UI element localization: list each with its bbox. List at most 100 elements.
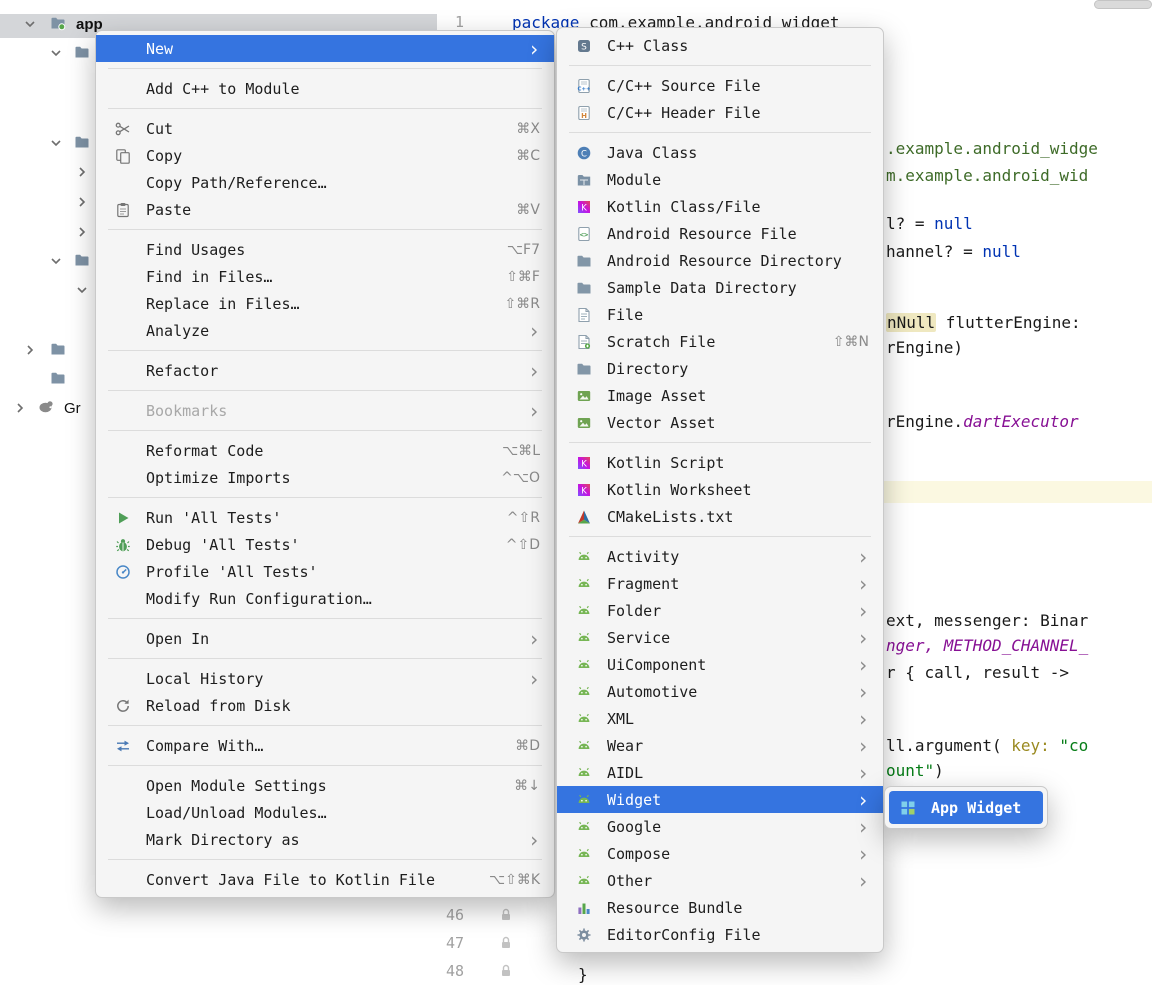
- menu-item-label: Analyze: [146, 322, 209, 340]
- chevron-right-icon[interactable]: [74, 194, 90, 210]
- menu-item-local-history[interactable]: Local History›: [96, 665, 554, 692]
- menu-item-label: Optimize Imports: [146, 469, 291, 487]
- menu-item-java-class[interactable]: CJava Class: [557, 139, 883, 166]
- menu-item-label: Modify Run Configuration…: [146, 590, 372, 608]
- menu-item-other[interactable]: Other›: [557, 867, 883, 894]
- menu-item-label: C/C++ Source File: [607, 77, 761, 95]
- menu-item-folder[interactable]: Folder›: [557, 597, 883, 624]
- menu-item-editorconfig-file[interactable]: EditorConfig File: [557, 921, 883, 948]
- menu-separator: [96, 344, 554, 357]
- menu-item-vector-asset[interactable]: Vector Asset: [557, 409, 883, 436]
- chevron-down-icon[interactable]: [48, 253, 64, 269]
- menu-item-app-widget[interactable]: App Widget: [889, 791, 1043, 824]
- menu-item-mark-directory-as[interactable]: Mark Directory as›: [96, 826, 554, 853]
- menu-item-find-usages[interactable]: Find Usages⌥F7: [96, 236, 554, 263]
- menu-item-resource-bundle[interactable]: Resource Bundle: [557, 894, 883, 921]
- scrollbar-thumb[interactable]: [1094, 0, 1152, 9]
- menu-separator: [96, 491, 554, 504]
- menu-item-profile-all-tests[interactable]: Profile 'All Tests': [96, 558, 554, 585]
- menu-item-service[interactable]: Service›: [557, 624, 883, 651]
- menu-item-label: Image Asset: [607, 387, 706, 405]
- shortcut-label: ⇧⌘F: [488, 269, 540, 285]
- menu-item-automotive[interactable]: Automotive›: [557, 678, 883, 705]
- menu-item-open-in[interactable]: Open In›: [96, 625, 554, 652]
- menu-item-new[interactable]: New›: [96, 35, 554, 62]
- menu-item-replace-in-files[interactable]: Replace in Files…⇧⌘R: [96, 290, 554, 317]
- menu-item-scratch-file[interactable]: Scratch File⇧⌘N: [557, 328, 883, 355]
- android-icon: [573, 603, 595, 619]
- menu-item-refactor[interactable]: Refactor›: [96, 357, 554, 384]
- menu-item-kotlin-worksheet[interactable]: KKotlin Worksheet: [557, 476, 883, 503]
- submenu-arrow-icon: ›: [839, 738, 869, 754]
- shortcut-label: ⌥⌘L: [484, 443, 540, 459]
- cpp-source-icon: C++: [573, 78, 595, 94]
- shortcut-label: ⌘C: [498, 148, 540, 164]
- menu-item-label: Other: [607, 872, 652, 890]
- menu-item-uicomponent[interactable]: UiComponent›: [557, 651, 883, 678]
- menu-item-label: Paste: [146, 201, 191, 219]
- menu-item-bookmarks[interactable]: Bookmarks›: [96, 397, 554, 424]
- menu-item-find-in-files[interactable]: Find in Files…⇧⌘F: [96, 263, 554, 290]
- menu-item-reload-from-disk[interactable]: Reload from Disk: [96, 692, 554, 719]
- menu-item-copy-path-reference[interactable]: Copy Path/Reference…: [96, 169, 554, 196]
- chevron-down-icon[interactable]: [48, 135, 64, 151]
- menu-item-cmakelists-txt[interactable]: CMakeLists.txt: [557, 503, 883, 530]
- menu-item-debug-all-tests[interactable]: Debug 'All Tests'^⇧D: [96, 531, 554, 558]
- menu-item-c-c-header-file[interactable]: HC/C++ Header File: [557, 99, 883, 126]
- image-asset-icon: [573, 388, 595, 404]
- android-icon: [573, 765, 595, 781]
- menu-item-label: Fragment: [607, 575, 679, 593]
- menu-item-file[interactable]: File: [557, 301, 883, 328]
- menu-item-add-c-to-module[interactable]: Add C++ to Module: [96, 75, 554, 102]
- submenu-arrow-icon: ›: [510, 671, 540, 687]
- menu-item-fragment[interactable]: Fragment ›: [557, 570, 883, 597]
- menu-item-c-c-source-file[interactable]: C++ C/C++ Source File: [557, 72, 883, 99]
- menu-item-directory[interactable]: Directory: [557, 355, 883, 382]
- menu-item-paste[interactable]: Paste⌘V: [96, 196, 554, 223]
- menu-item-reformat-code[interactable]: Reformat Code⌥⌘L: [96, 437, 554, 464]
- chevron-down-icon[interactable]: [48, 45, 64, 61]
- menu-item-image-asset[interactable]: Image Asset: [557, 382, 883, 409]
- menu-item-load-unload-modules[interactable]: Load/Unload Modules…: [96, 799, 554, 826]
- menu-item-label: Convert Java File to Kotlin File: [146, 871, 435, 889]
- folder-icon: [50, 341, 66, 357]
- menu-item-run-all-tests[interactable]: Run 'All Tests'^⇧R: [96, 504, 554, 531]
- menu-item-c-class[interactable]: SC++ Class: [557, 32, 883, 59]
- menu-separator: [557, 59, 883, 72]
- chevron-right-icon[interactable]: [22, 342, 38, 358]
- menu-item-wear[interactable]: Wear›: [557, 732, 883, 759]
- menu-item-activity[interactable]: Activity›: [557, 543, 883, 570]
- menu-item-copy[interactable]: Copy⌘C: [96, 142, 554, 169]
- menu-item-android-resource-directory[interactable]: Android Resource Directory: [557, 247, 883, 274]
- menu-item-analyze[interactable]: Analyze›: [96, 317, 554, 344]
- chevron-down-icon[interactable]: [74, 282, 90, 298]
- submenu-arrow-icon: ›: [510, 832, 540, 848]
- menu-item-convert-java-file-to-kotlin-file[interactable]: Convert Java File to Kotlin File⌥⇧⌘K: [96, 866, 554, 893]
- menu-item-open-module-settings[interactable]: Open Module Settings⌘↓: [96, 772, 554, 799]
- submenu-arrow-icon: ›: [510, 363, 540, 379]
- menu-item-label: Kotlin Worksheet: [607, 481, 752, 499]
- shortcut-label: ^⌥O: [483, 470, 540, 486]
- menu-item-widget[interactable]: Widget›: [557, 786, 883, 813]
- menu-item-modify-run-configuration[interactable]: Modify Run Configuration…: [96, 585, 554, 612]
- chevron-right-icon[interactable]: [74, 224, 90, 240]
- chevron-down-icon[interactable]: [22, 16, 38, 32]
- menu-item-kotlin-script[interactable]: KKotlin Script: [557, 449, 883, 476]
- menu-item-android-resource-file[interactable]: <>Android Resource File: [557, 220, 883, 247]
- tree-item-gradle-scripts[interactable]: Gr: [64, 399, 81, 419]
- chevron-right-icon[interactable]: [12, 400, 28, 416]
- menu-item-compare-with[interactable]: Compare With…⌘D: [96, 732, 554, 759]
- chevron-right-icon[interactable]: [74, 164, 90, 180]
- menu-item-optimize-imports[interactable]: Optimize Imports ^⌥O: [96, 464, 554, 491]
- menu-item-google[interactable]: Google›: [557, 813, 883, 840]
- menu-item-xml[interactable]: XML›: [557, 705, 883, 732]
- menu-item-aidl[interactable]: AIDL›: [557, 759, 883, 786]
- menu-item-sample-data-directory[interactable]: Sample Data Directory: [557, 274, 883, 301]
- menu-item-kotlin-class-file[interactable]: KKotlin Class/File: [557, 193, 883, 220]
- svg-text:<>: <>: [580, 231, 588, 239]
- submenu-arrow-icon: ›: [839, 576, 869, 592]
- menu-item-cut[interactable]: Cut⌘X: [96, 115, 554, 142]
- submenu-arrow-icon: ›: [839, 549, 869, 565]
- menu-item-compose[interactable]: Compose›: [557, 840, 883, 867]
- menu-item-module[interactable]: Module: [557, 166, 883, 193]
